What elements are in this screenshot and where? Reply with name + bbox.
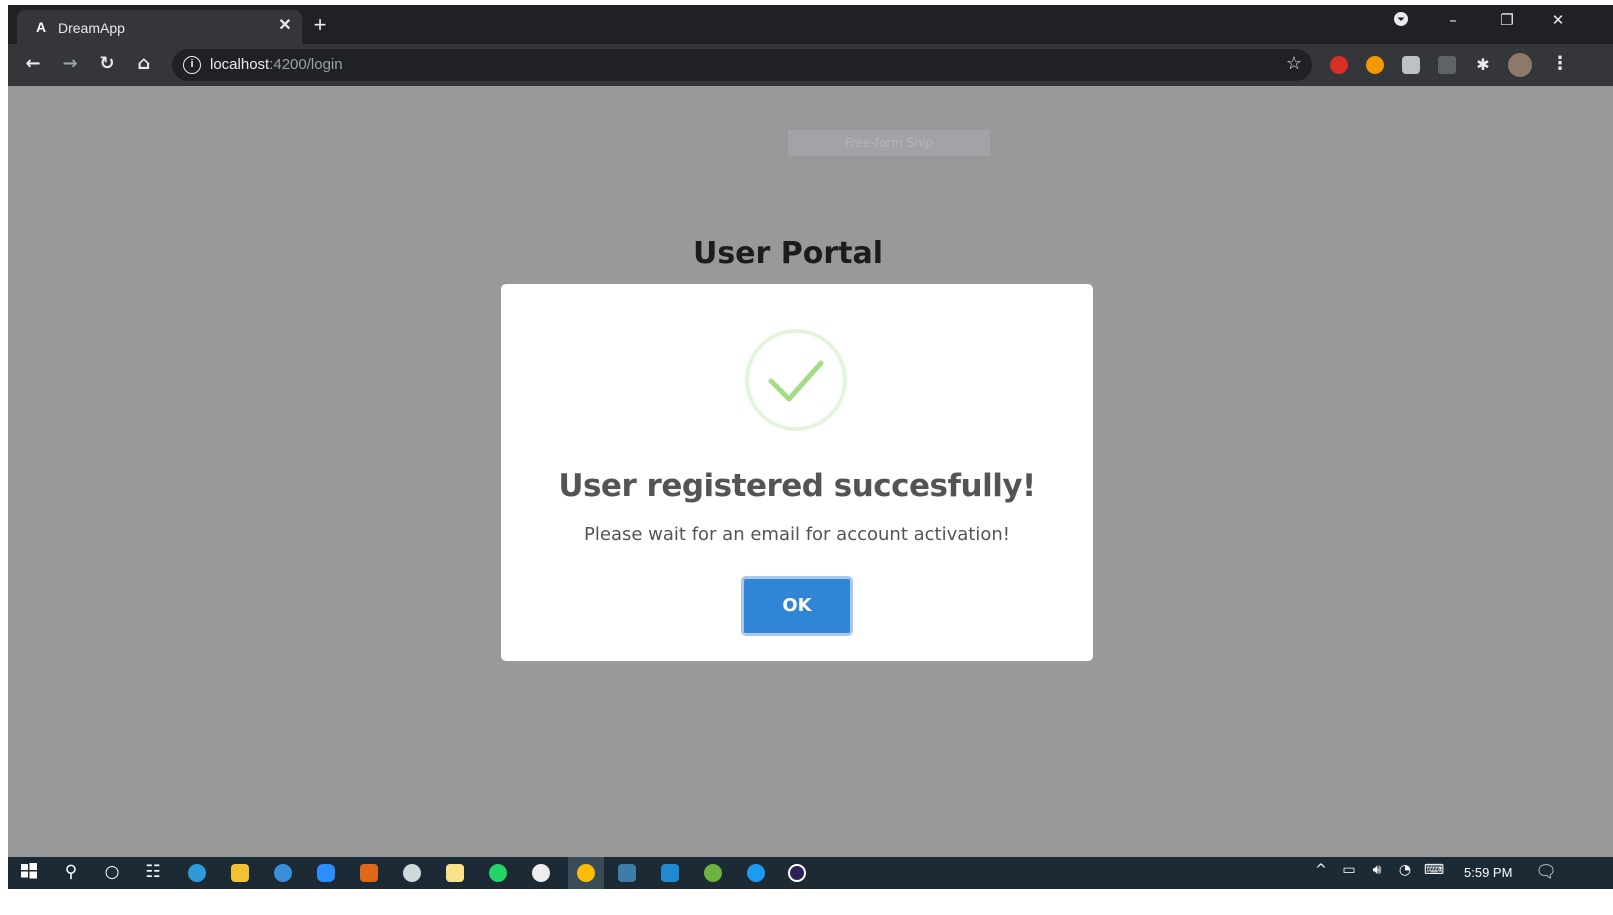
extension-adblock-icon[interactable]: [1330, 56, 1348, 74]
vscode-icon[interactable]: [661, 864, 679, 882]
close-tab-icon[interactable]: ✕: [275, 16, 295, 36]
reload-icon[interactable]: ↻: [95, 53, 119, 77]
keyboard-icon[interactable]: ⌨: [1423, 862, 1445, 884]
eclipse-icon[interactable]: [788, 864, 806, 882]
task-view-icon[interactable]: ☷: [142, 862, 164, 884]
profile-menu-icon[interactable]: [1386, 11, 1416, 37]
page-title: User Portal: [692, 236, 884, 271]
extension-grey-icon[interactable]: [1438, 56, 1456, 74]
app-icon[interactable]: [532, 864, 550, 882]
dialog-title: User registered succesfully!: [558, 468, 1036, 504]
free-form-snip-hint: Free-form Snip: [788, 130, 990, 156]
extension-orange-icon[interactable]: [1366, 56, 1384, 74]
zoom-icon[interactable]: [317, 864, 335, 882]
home-icon[interactable]: ⌂: [132, 53, 156, 77]
notepad-icon[interactable]: [446, 864, 464, 882]
battery-icon[interactable]: ▭: [1338, 862, 1360, 884]
chrome-icon[interactable]: [577, 864, 595, 882]
url-path: :4200/login: [269, 56, 343, 73]
tray-chevron-up-icon[interactable]: ^: [1310, 862, 1332, 884]
internet-explorer-icon[interactable]: [274, 864, 292, 882]
windows-start-icon[interactable]: [18, 862, 40, 884]
search-icon[interactable]: ⚲: [60, 862, 82, 884]
volume-icon[interactable]: 🔊︎: [1366, 862, 1388, 884]
cortana-icon[interactable]: ○: [101, 862, 123, 884]
windows-taskbar: ⚲ ○ ☷ ^ ▭ 🔊︎ ◔ ⌨ 5:59 PM 🗨︎: [8, 857, 1613, 889]
back-icon[interactable]: ←: [21, 53, 45, 77]
minimize-icon[interactable]: –: [1438, 11, 1468, 37]
url-host: localhost: [210, 56, 270, 73]
screen: A DreamApp ✕ + – ❐ ✕ ← → ↻ ⌂ i localhost…: [8, 5, 1613, 889]
forward-icon[interactable]: →: [58, 53, 82, 77]
extension-ghost-icon[interactable]: [1402, 56, 1420, 74]
restore-icon[interactable]: ❐: [1492, 11, 1522, 37]
site-info-icon[interactable]: i: [183, 56, 201, 74]
clock[interactable]: 5:59 PM: [1464, 865, 1512, 880]
profile-avatar[interactable]: [1508, 53, 1532, 77]
angular-favicon-icon: A: [35, 19, 47, 35]
wifi-icon[interactable]: ◔: [1394, 862, 1416, 884]
page-content: Free-form Snip User Portal User register…: [8, 86, 1613, 857]
tab-strip: A DreamApp ✕ + – ❐ ✕: [8, 5, 1613, 44]
file-explorer-icon[interactable]: [231, 864, 249, 882]
tab-title: DreamApp: [58, 20, 125, 36]
dialog-message: Please wait for an email for account act…: [584, 524, 1010, 545]
success-checkmark-icon: [745, 329, 847, 431]
more-menu-icon[interactable]: ⋮: [1548, 53, 1572, 77]
browser-toolbar: ← → ↻ ⌂ i localhost:4200/login ☆ ✱ ⋮: [8, 44, 1613, 86]
edge-icon[interactable]: [188, 864, 206, 882]
tab-dreamapp[interactable]: A DreamApp ✕: [17, 10, 302, 44]
close-window-icon[interactable]: ✕: [1543, 11, 1573, 37]
sublime-icon[interactable]: [360, 864, 378, 882]
address-bar[interactable]: i localhost:4200/login ☆: [172, 49, 1312, 81]
notifications-icon[interactable]: 🗨︎: [1535, 862, 1557, 884]
whatsapp-icon[interactable]: [489, 864, 507, 882]
spring-tool-icon[interactable]: [704, 864, 722, 882]
url-text: localhost:4200/login: [210, 56, 343, 73]
steam-icon[interactable]: [403, 864, 421, 882]
docker-icon[interactable]: [747, 864, 765, 882]
success-dialog: User registered succesfully! Please wait…: [501, 284, 1093, 661]
ok-button[interactable]: OK: [741, 576, 853, 636]
bookmark-star-icon[interactable]: ☆: [1286, 53, 1302, 74]
mysql-workbench-icon[interactable]: [618, 864, 636, 882]
new-tab-icon[interactable]: +: [308, 13, 332, 37]
extensions-puzzle-icon[interactable]: ✱: [1474, 56, 1492, 74]
